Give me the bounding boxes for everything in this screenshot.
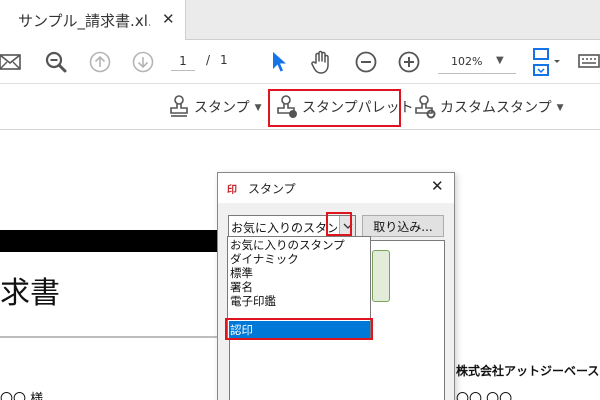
stamp-menu-label: スタンプ [194, 100, 250, 116]
highlight-box-selected-option [225, 318, 373, 340]
zoom-search-icon[interactable] [44, 50, 68, 74]
close-tab-icon[interactable]: ✕ [162, 9, 175, 29]
fit-page-icon[interactable] [530, 46, 564, 80]
tab-strip: サンプル_請求書.xl... ✕ [0, 0, 600, 40]
stamp-category-value: お気に入りのスタンプ [231, 221, 337, 235]
previous-page-icon[interactable] [88, 50, 112, 74]
zoom-out-icon[interactable] [354, 50, 378, 74]
dialog-title-bar: 印 スタンプ ✕ [218, 173, 454, 203]
main-toolbar: / 1 102% ▼ [0, 40, 600, 84]
document-company-name: 株式会社アットジーベース [456, 364, 600, 378]
document-divider [0, 336, 218, 338]
zoom-level-select[interactable]: 102% ▼ [438, 50, 516, 74]
stamp-menu-button[interactable]: スタンプ ▼ [168, 92, 262, 122]
stamp-seal-icon: 印 [227, 185, 237, 196]
document-title: 求書 [0, 276, 60, 311]
highlight-box-dropdown-button [326, 212, 352, 236]
stamp-preview-image[interactable] [372, 250, 390, 302]
custom-stamp-label: カスタムスタンプ [440, 100, 552, 116]
document-company-contact: 〇〇 〇〇 [456, 392, 513, 400]
zoom-in-icon[interactable] [397, 50, 421, 74]
zoom-level-value: 102% [451, 55, 483, 68]
stamp-menu-caret-icon: ▼ [254, 103, 262, 113]
mail-icon[interactable] [0, 50, 22, 74]
dropdown-option[interactable]: 電子印鑑 [230, 293, 276, 309]
select-pointer-icon[interactable] [268, 50, 290, 74]
document-tab[interactable]: サンプル_請求書.xl... ✕ [0, 0, 186, 40]
page-separator: / [206, 53, 211, 67]
document-header-bar [0, 230, 218, 252]
dialog-title: スタンプ [248, 182, 296, 196]
document-tab-title: サンプル_請求書.xl... [18, 12, 150, 30]
stamp-icon [170, 95, 188, 117]
page-number-input[interactable] [171, 51, 195, 71]
next-page-icon[interactable] [131, 50, 155, 74]
hand-tool-icon[interactable] [309, 49, 333, 75]
keyboard-icon[interactable] [578, 50, 600, 74]
zoom-caret-icon: ▼ [496, 55, 504, 66]
page-total: 1 [220, 53, 228, 67]
custom-stamp-icon [415, 95, 436, 119]
close-dialog-icon[interactable]: ✕ [431, 177, 444, 195]
document-recipient: 〇〇 様 [0, 392, 44, 400]
import-button[interactable]: 取り込み... [362, 215, 444, 237]
custom-stamp-caret-icon: ▼ [556, 103, 564, 113]
custom-stamp-button[interactable]: カスタムスタンプ ▼ [414, 92, 564, 122]
highlight-box-palette [268, 89, 401, 127]
